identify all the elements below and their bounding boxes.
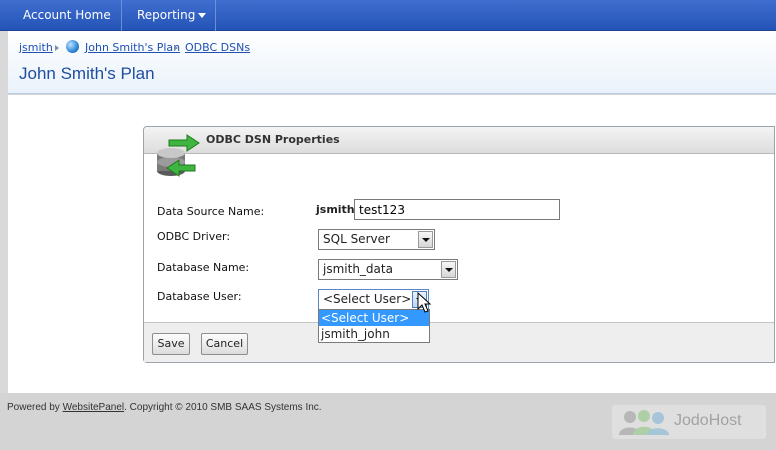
owner-prefix: jsmith — [316, 203, 355, 216]
breadcrumb-item-plan[interactable]: John Smith's Plan — [85, 41, 180, 54]
top-navigation-bar: Account Home Reporting — [0, 0, 776, 31]
dropdown-arrow-icon[interactable] — [441, 261, 456, 278]
nav-account-home-label: Account Home — [23, 8, 111, 22]
odbc-driver-label: ODBC Driver: — [157, 230, 231, 243]
save-button[interactable]: Save — [152, 333, 190, 355]
database-user-options-list: <Select User> jsmith_john — [318, 309, 430, 343]
breadcrumb-arrow-icon — [174, 45, 178, 51]
nav-reporting[interactable]: Reporting — [122, 0, 216, 31]
dropdown-arrow-icon[interactable] — [418, 231, 433, 248]
database-name-label: Database Name: — [157, 261, 250, 274]
copyright-text: . Copyright © 2010 SMB SAAS Systems Inc. — [124, 402, 322, 413]
database-icon — [157, 134, 200, 177]
watermark-text: JodoHost — [674, 412, 742, 429]
database-user-label: Database User: — [157, 290, 242, 303]
breadcrumb-item-odbc-dsns[interactable]: ODBC DSNs — [185, 41, 250, 54]
page-footer: Powered by WebsitePanel. Copyright © 201… — [0, 393, 776, 450]
users-icon — [619, 410, 669, 435]
odbc-driver-select[interactable]: SQL Server — [318, 229, 435, 250]
option-select-user[interactable]: <Select User> — [319, 310, 429, 326]
nav-reporting-label: Reporting — [137, 8, 196, 22]
powered-by-text: Powered by WebsitePanel. Copyright © 201… — [7, 402, 322, 413]
websitepanel-link[interactable]: WebsitePanel — [63, 402, 125, 413]
left-margin — [0, 31, 8, 393]
mouse-pointer-icon — [417, 292, 432, 313]
cancel-button[interactable]: Cancel — [201, 333, 248, 355]
globe-icon — [66, 40, 79, 53]
option-jsmith-john[interactable]: jsmith_john — [319, 326, 429, 342]
database-user-value: <Select User> — [323, 292, 412, 306]
panel-footer: Save Cancel — [144, 322, 774, 362]
odbc-dsn-properties-panel: ODBC DSN Properties Data Source Name: js… — [143, 126, 775, 363]
chevron-down-icon — [198, 13, 206, 18]
database-name-select[interactable]: jsmith_data — [318, 259, 458, 280]
nav-account-home[interactable]: Account Home — [0, 0, 122, 31]
panel-header: ODBC DSN Properties — [144, 127, 774, 154]
breadcrumb-item-user[interactable]: jsmith — [19, 41, 53, 54]
page-title: John Smith's Plan — [19, 64, 155, 83]
powered-prefix: Powered by — [7, 402, 60, 413]
database-name-value: jsmith_data — [323, 262, 393, 276]
jodohost-watermark: JodoHost — [612, 405, 766, 439]
breadcrumb: jsmith John Smith's Plan ODBC DSNs John … — [8, 31, 776, 94]
panel-title: ODBC DSN Properties — [206, 133, 340, 146]
database-user-select[interactable]: <Select User> — [318, 289, 429, 310]
odbc-driver-value: SQL Server — [323, 232, 390, 246]
data-source-name-label: Data Source Name: — [157, 205, 265, 218]
breadcrumb-arrow-icon — [55, 45, 59, 51]
data-source-name-input[interactable] — [354, 199, 560, 220]
